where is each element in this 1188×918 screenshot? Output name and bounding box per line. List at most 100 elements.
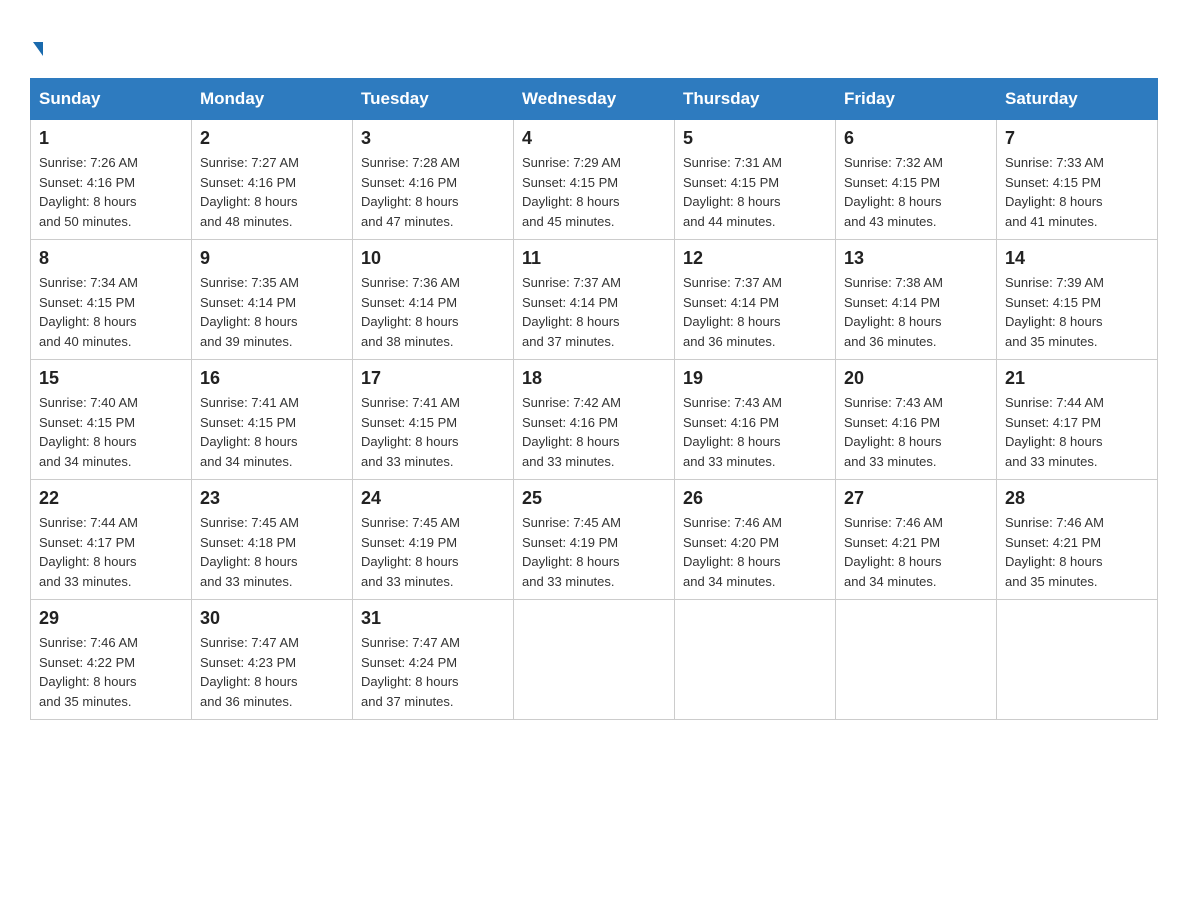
calendar-week-row: 1 Sunrise: 7:26 AM Sunset: 4:16 PM Dayli… bbox=[31, 120, 1158, 240]
day-info: Sunrise: 7:33 AM Sunset: 4:15 PM Dayligh… bbox=[1005, 153, 1149, 231]
calendar-cell: 3 Sunrise: 7:28 AM Sunset: 4:16 PM Dayli… bbox=[353, 120, 514, 240]
day-number: 9 bbox=[200, 248, 344, 269]
day-info: Sunrise: 7:46 AM Sunset: 4:20 PM Dayligh… bbox=[683, 513, 827, 591]
day-number: 29 bbox=[39, 608, 183, 629]
weekday-header-tuesday: Tuesday bbox=[353, 79, 514, 120]
weekday-header-saturday: Saturday bbox=[997, 79, 1158, 120]
day-number: 31 bbox=[361, 608, 505, 629]
calendar-cell: 1 Sunrise: 7:26 AM Sunset: 4:16 PM Dayli… bbox=[31, 120, 192, 240]
weekday-header-wednesday: Wednesday bbox=[514, 79, 675, 120]
day-info: Sunrise: 7:43 AM Sunset: 4:16 PM Dayligh… bbox=[844, 393, 988, 471]
logo bbox=[30, 30, 43, 58]
day-info: Sunrise: 7:39 AM Sunset: 4:15 PM Dayligh… bbox=[1005, 273, 1149, 351]
calendar-cell: 22 Sunrise: 7:44 AM Sunset: 4:17 PM Dayl… bbox=[31, 480, 192, 600]
calendar-cell: 29 Sunrise: 7:46 AM Sunset: 4:22 PM Dayl… bbox=[31, 600, 192, 720]
day-info: Sunrise: 7:46 AM Sunset: 4:21 PM Dayligh… bbox=[844, 513, 988, 591]
calendar-cell: 25 Sunrise: 7:45 AM Sunset: 4:19 PM Dayl… bbox=[514, 480, 675, 600]
calendar-cell bbox=[836, 600, 997, 720]
calendar-cell: 18 Sunrise: 7:42 AM Sunset: 4:16 PM Dayl… bbox=[514, 360, 675, 480]
calendar-cell: 6 Sunrise: 7:32 AM Sunset: 4:15 PM Dayli… bbox=[836, 120, 997, 240]
day-number: 17 bbox=[361, 368, 505, 389]
day-number: 27 bbox=[844, 488, 988, 509]
weekday-header-monday: Monday bbox=[192, 79, 353, 120]
day-info: Sunrise: 7:35 AM Sunset: 4:14 PM Dayligh… bbox=[200, 273, 344, 351]
calendar-cell: 17 Sunrise: 7:41 AM Sunset: 4:15 PM Dayl… bbox=[353, 360, 514, 480]
calendar-cell: 30 Sunrise: 7:47 AM Sunset: 4:23 PM Dayl… bbox=[192, 600, 353, 720]
calendar-cell: 12 Sunrise: 7:37 AM Sunset: 4:14 PM Dayl… bbox=[675, 240, 836, 360]
day-info: Sunrise: 7:42 AM Sunset: 4:16 PM Dayligh… bbox=[522, 393, 666, 471]
calendar-cell: 21 Sunrise: 7:44 AM Sunset: 4:17 PM Dayl… bbox=[997, 360, 1158, 480]
day-info: Sunrise: 7:45 AM Sunset: 4:19 PM Dayligh… bbox=[361, 513, 505, 591]
day-info: Sunrise: 7:27 AM Sunset: 4:16 PM Dayligh… bbox=[200, 153, 344, 231]
day-info: Sunrise: 7:46 AM Sunset: 4:22 PM Dayligh… bbox=[39, 633, 183, 711]
day-number: 4 bbox=[522, 128, 666, 149]
calendar-week-row: 29 Sunrise: 7:46 AM Sunset: 4:22 PM Dayl… bbox=[31, 600, 1158, 720]
day-number: 8 bbox=[39, 248, 183, 269]
calendar-cell: 13 Sunrise: 7:38 AM Sunset: 4:14 PM Dayl… bbox=[836, 240, 997, 360]
logo-general-line bbox=[30, 30, 43, 58]
day-number: 14 bbox=[1005, 248, 1149, 269]
day-number: 20 bbox=[844, 368, 988, 389]
day-number: 2 bbox=[200, 128, 344, 149]
day-info: Sunrise: 7:41 AM Sunset: 4:15 PM Dayligh… bbox=[200, 393, 344, 471]
calendar-cell: 11 Sunrise: 7:37 AM Sunset: 4:14 PM Dayl… bbox=[514, 240, 675, 360]
day-info: Sunrise: 7:47 AM Sunset: 4:24 PM Dayligh… bbox=[361, 633, 505, 711]
day-info: Sunrise: 7:32 AM Sunset: 4:15 PM Dayligh… bbox=[844, 153, 988, 231]
calendar-cell: 2 Sunrise: 7:27 AM Sunset: 4:16 PM Dayli… bbox=[192, 120, 353, 240]
page-header bbox=[30, 30, 1158, 58]
calendar-cell bbox=[514, 600, 675, 720]
calendar-cell: 24 Sunrise: 7:45 AM Sunset: 4:19 PM Dayl… bbox=[353, 480, 514, 600]
calendar-cell: 28 Sunrise: 7:46 AM Sunset: 4:21 PM Dayl… bbox=[997, 480, 1158, 600]
day-number: 21 bbox=[1005, 368, 1149, 389]
day-number: 6 bbox=[844, 128, 988, 149]
calendar-week-row: 22 Sunrise: 7:44 AM Sunset: 4:17 PM Dayl… bbox=[31, 480, 1158, 600]
calendar-cell: 5 Sunrise: 7:31 AM Sunset: 4:15 PM Dayli… bbox=[675, 120, 836, 240]
day-number: 24 bbox=[361, 488, 505, 509]
calendar-cell: 7 Sunrise: 7:33 AM Sunset: 4:15 PM Dayli… bbox=[997, 120, 1158, 240]
calendar-cell: 16 Sunrise: 7:41 AM Sunset: 4:15 PM Dayl… bbox=[192, 360, 353, 480]
day-number: 12 bbox=[683, 248, 827, 269]
day-number: 5 bbox=[683, 128, 827, 149]
day-info: Sunrise: 7:45 AM Sunset: 4:19 PM Dayligh… bbox=[522, 513, 666, 591]
calendar-cell bbox=[675, 600, 836, 720]
weekday-header-row: SundayMondayTuesdayWednesdayThursdayFrid… bbox=[31, 79, 1158, 120]
day-number: 26 bbox=[683, 488, 827, 509]
calendar-week-row: 15 Sunrise: 7:40 AM Sunset: 4:15 PM Dayl… bbox=[31, 360, 1158, 480]
day-info: Sunrise: 7:46 AM Sunset: 4:21 PM Dayligh… bbox=[1005, 513, 1149, 591]
calendar-cell: 27 Sunrise: 7:46 AM Sunset: 4:21 PM Dayl… bbox=[836, 480, 997, 600]
day-number: 23 bbox=[200, 488, 344, 509]
weekday-header-friday: Friday bbox=[836, 79, 997, 120]
calendar-cell: 19 Sunrise: 7:43 AM Sunset: 4:16 PM Dayl… bbox=[675, 360, 836, 480]
calendar-cell: 26 Sunrise: 7:46 AM Sunset: 4:20 PM Dayl… bbox=[675, 480, 836, 600]
day-info: Sunrise: 7:47 AM Sunset: 4:23 PM Dayligh… bbox=[200, 633, 344, 711]
day-info: Sunrise: 7:44 AM Sunset: 4:17 PM Dayligh… bbox=[1005, 393, 1149, 471]
day-info: Sunrise: 7:28 AM Sunset: 4:16 PM Dayligh… bbox=[361, 153, 505, 231]
day-info: Sunrise: 7:31 AM Sunset: 4:15 PM Dayligh… bbox=[683, 153, 827, 231]
day-info: Sunrise: 7:41 AM Sunset: 4:15 PM Dayligh… bbox=[361, 393, 505, 471]
day-number: 3 bbox=[361, 128, 505, 149]
calendar-week-row: 8 Sunrise: 7:34 AM Sunset: 4:15 PM Dayli… bbox=[31, 240, 1158, 360]
day-info: Sunrise: 7:26 AM Sunset: 4:16 PM Dayligh… bbox=[39, 153, 183, 231]
day-info: Sunrise: 7:37 AM Sunset: 4:14 PM Dayligh… bbox=[522, 273, 666, 351]
day-number: 28 bbox=[1005, 488, 1149, 509]
weekday-header-thursday: Thursday bbox=[675, 79, 836, 120]
day-number: 18 bbox=[522, 368, 666, 389]
day-number: 1 bbox=[39, 128, 183, 149]
calendar-cell: 14 Sunrise: 7:39 AM Sunset: 4:15 PM Dayl… bbox=[997, 240, 1158, 360]
calendar-cell: 23 Sunrise: 7:45 AM Sunset: 4:18 PM Dayl… bbox=[192, 480, 353, 600]
calendar-cell: 15 Sunrise: 7:40 AM Sunset: 4:15 PM Dayl… bbox=[31, 360, 192, 480]
day-number: 7 bbox=[1005, 128, 1149, 149]
calendar-cell bbox=[997, 600, 1158, 720]
day-info: Sunrise: 7:40 AM Sunset: 4:15 PM Dayligh… bbox=[39, 393, 183, 471]
day-info: Sunrise: 7:29 AM Sunset: 4:15 PM Dayligh… bbox=[522, 153, 666, 231]
day-number: 11 bbox=[522, 248, 666, 269]
day-info: Sunrise: 7:44 AM Sunset: 4:17 PM Dayligh… bbox=[39, 513, 183, 591]
calendar-cell: 8 Sunrise: 7:34 AM Sunset: 4:15 PM Dayli… bbox=[31, 240, 192, 360]
weekday-header-sunday: Sunday bbox=[31, 79, 192, 120]
day-info: Sunrise: 7:45 AM Sunset: 4:18 PM Dayligh… bbox=[200, 513, 344, 591]
day-info: Sunrise: 7:34 AM Sunset: 4:15 PM Dayligh… bbox=[39, 273, 183, 351]
calendar-cell: 31 Sunrise: 7:47 AM Sunset: 4:24 PM Dayl… bbox=[353, 600, 514, 720]
calendar-table: SundayMondayTuesdayWednesdayThursdayFrid… bbox=[30, 78, 1158, 720]
day-info: Sunrise: 7:43 AM Sunset: 4:16 PM Dayligh… bbox=[683, 393, 827, 471]
calendar-cell: 10 Sunrise: 7:36 AM Sunset: 4:14 PM Dayl… bbox=[353, 240, 514, 360]
